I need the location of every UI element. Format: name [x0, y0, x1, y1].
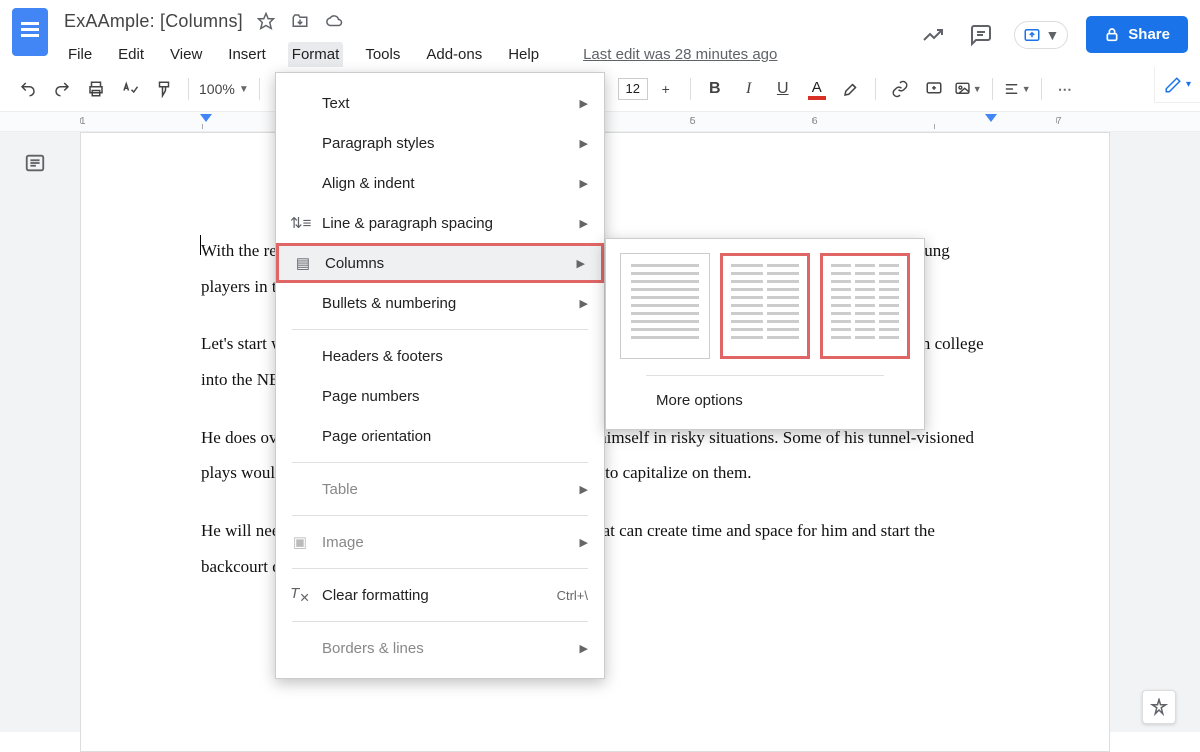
- title-area: ExAAmple: [Columns] File Edit View Inser…: [64, 8, 918, 67]
- menu-item-page-numbers[interactable]: Page numbers: [276, 376, 604, 416]
- submenu-arrow-icon: ▶: [580, 177, 588, 190]
- menu-item-page-orientation[interactable]: Page orientation: [276, 416, 604, 456]
- star-icon[interactable]: [255, 10, 277, 32]
- paint-format-button[interactable]: [150, 75, 178, 103]
- cloud-status-icon[interactable]: [323, 10, 345, 32]
- header: ExAAmple: [Columns] File Edit View Inser…: [0, 0, 1200, 67]
- submenu-arrow-icon: ▶: [577, 257, 585, 270]
- clear-format-icon: T✕: [290, 585, 310, 605]
- header-actions: ▼ Share: [918, 8, 1188, 53]
- zoom-value: 100%: [199, 81, 235, 97]
- menu-file[interactable]: File: [64, 42, 96, 67]
- menu-item-borders-lines[interactable]: Borders & lines▶: [276, 628, 604, 668]
- bold-button[interactable]: B: [701, 75, 729, 103]
- share-label: Share: [1128, 26, 1170, 43]
- submenu-arrow-icon: ▶: [580, 137, 588, 150]
- italic-button[interactable]: I: [735, 75, 763, 103]
- menu-insert[interactable]: Insert: [224, 42, 270, 67]
- menu-help[interactable]: Help: [504, 42, 543, 67]
- menu-item-line-spacing[interactable]: ⇅≡Line & paragraph spacing▶: [276, 203, 604, 243]
- menubar: File Edit View Insert Format Tools Add-o…: [64, 34, 918, 67]
- menu-separator: [292, 621, 588, 622]
- submenu-arrow-icon: ▶: [580, 483, 588, 496]
- spellcheck-button[interactable]: [116, 75, 144, 103]
- menu-item-columns[interactable]: ▤Columns▶: [276, 243, 604, 283]
- line-spacing-icon: ⇅≡: [290, 214, 310, 232]
- align-button[interactable]: ▼: [1003, 75, 1031, 103]
- menu-item-clear-formatting[interactable]: T✕Clear formattingCtrl+\: [276, 575, 604, 615]
- divider: [992, 78, 993, 100]
- menu-separator: [292, 329, 588, 330]
- share-button[interactable]: Share: [1086, 16, 1188, 53]
- underline-button[interactable]: U: [769, 75, 797, 103]
- divider: [1041, 78, 1042, 100]
- columns-icon: ▤: [293, 254, 313, 272]
- right-indent-marker[interactable]: [985, 114, 997, 122]
- editing-mode-button[interactable]: [1154, 67, 1200, 103]
- more-tools-button[interactable]: ⋯: [1052, 75, 1080, 103]
- submenu-arrow-icon: ▶: [580, 536, 588, 549]
- menu-item-paragraph-styles[interactable]: Paragraph styles▶: [276, 123, 604, 163]
- redo-button[interactable]: [48, 75, 76, 103]
- highlight-button[interactable]: [837, 75, 865, 103]
- menu-edit[interactable]: Edit: [114, 42, 148, 67]
- menu-item-table[interactable]: Table▶: [276, 469, 604, 509]
- submenu-arrow-icon: ▶: [580, 642, 588, 655]
- columns-option-2[interactable]: [720, 253, 810, 359]
- explore-button[interactable]: [1142, 690, 1176, 724]
- menu-item-image[interactable]: ▣Image▶: [276, 522, 604, 562]
- menu-format[interactable]: Format: [288, 42, 344, 67]
- menu-item-bullets-numbering[interactable]: Bullets & numbering▶: [276, 283, 604, 323]
- increase-font-button[interactable]: +: [652, 75, 680, 103]
- menu-separator: [292, 568, 588, 569]
- ruler-tick: 5: [690, 116, 812, 127]
- undo-button[interactable]: [14, 75, 42, 103]
- outline-toggle-icon[interactable]: [24, 152, 54, 182]
- divider: [690, 78, 691, 100]
- menu-view[interactable]: View: [166, 42, 206, 67]
- activity-icon[interactable]: [918, 20, 948, 50]
- zoom-dropdown[interactable]: 100%▼: [199, 81, 249, 97]
- print-button[interactable]: [82, 75, 110, 103]
- insert-image-button[interactable]: ▼: [954, 75, 982, 103]
- divider: [875, 78, 876, 100]
- submenu-arrow-icon: ▶: [580, 297, 588, 310]
- ruler-tick: 6: [812, 116, 934, 127]
- menu-tools[interactable]: Tools: [361, 42, 404, 67]
- last-edit-link[interactable]: Last edit was 28 minutes ago: [579, 42, 781, 67]
- menu-item-align-indent[interactable]: Align & indent▶: [276, 163, 604, 203]
- move-icon[interactable]: [289, 10, 311, 32]
- shortcut-label: Ctrl+\: [557, 588, 588, 603]
- menu-item-headers-footers[interactable]: Headers & footers: [276, 336, 604, 376]
- submenu-arrow-icon: ▶: [580, 217, 588, 230]
- comments-icon[interactable]: [966, 20, 996, 50]
- insert-link-button[interactable]: [886, 75, 914, 103]
- divider: [259, 78, 260, 100]
- menu-separator: [292, 515, 588, 516]
- divider: [188, 78, 189, 100]
- menu-item-text[interactable]: Text▶: [276, 83, 604, 123]
- menu-addons[interactable]: Add-ons: [422, 42, 486, 67]
- docs-logo-icon[interactable]: [12, 8, 48, 56]
- document-title[interactable]: ExAAmple: [Columns]: [64, 11, 243, 32]
- ruler-tick: 1: [80, 116, 202, 127]
- columns-more-options[interactable]: More options: [616, 376, 914, 415]
- ruler-tick: 7: [1056, 116, 1178, 127]
- format-dropdown: Text▶ Paragraph styles▶ Align & indent▶ …: [275, 72, 605, 679]
- columns-option-3[interactable]: [820, 253, 910, 359]
- menu-separator: [292, 462, 588, 463]
- present-button[interactable]: ▼: [1014, 21, 1068, 49]
- text-color-button[interactable]: A: [803, 79, 831, 100]
- insert-comment-button[interactable]: [920, 75, 948, 103]
- image-icon: ▣: [290, 533, 310, 551]
- submenu-arrow-icon: ▶: [580, 97, 588, 110]
- columns-submenu: More options: [605, 238, 925, 430]
- columns-option-1[interactable]: [620, 253, 710, 359]
- font-size-input[interactable]: 12: [618, 78, 648, 100]
